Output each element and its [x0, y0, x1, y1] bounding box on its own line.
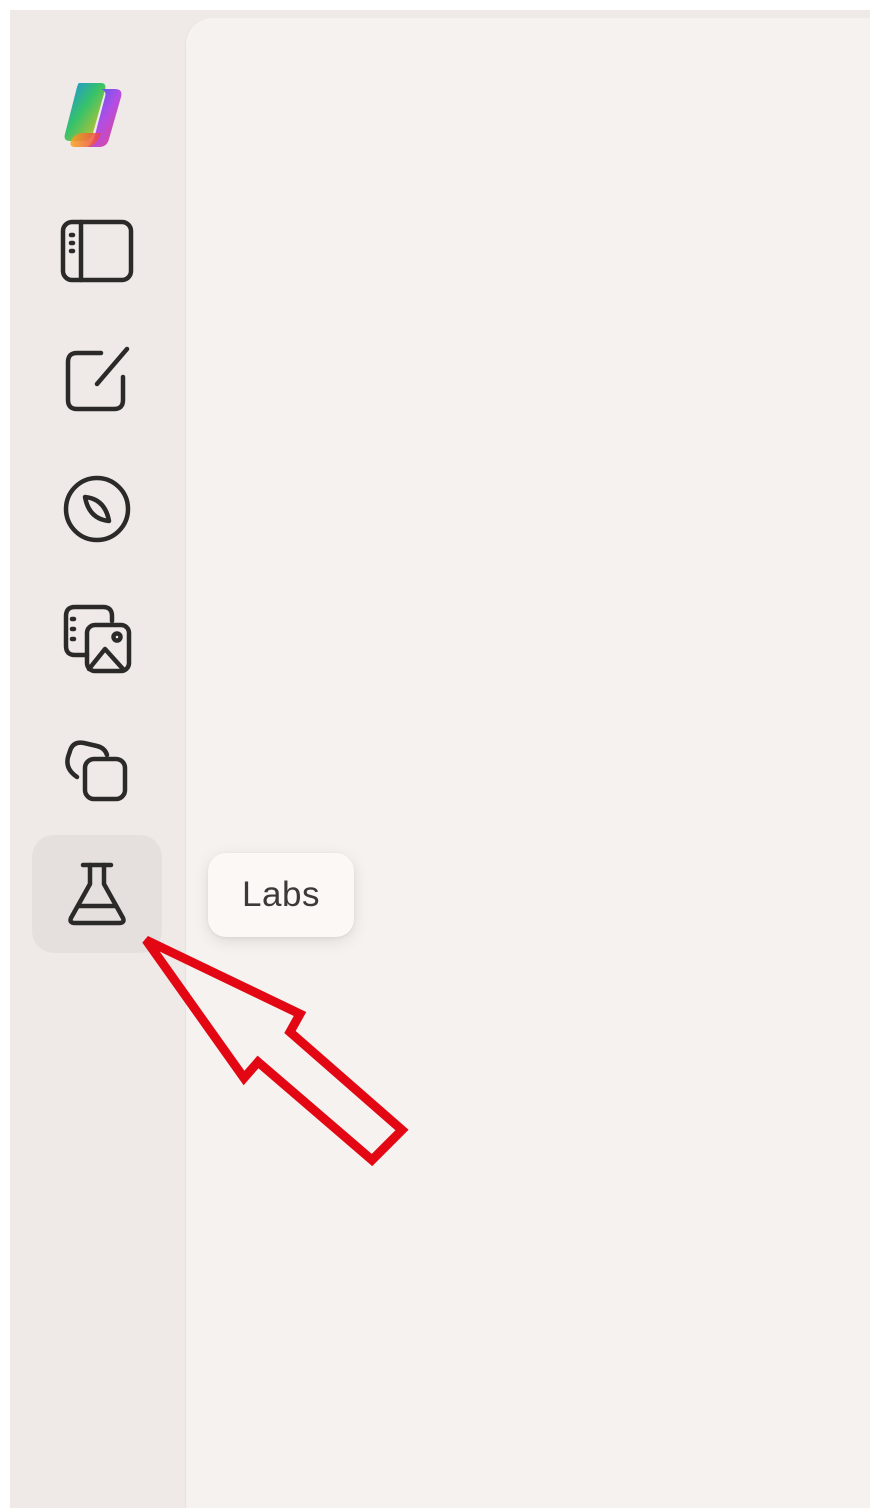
- flask-icon: [68, 862, 126, 926]
- labs-button[interactable]: [32, 835, 162, 953]
- labs-tooltip: Labs: [208, 853, 354, 937]
- sidebar: [10, 10, 186, 1508]
- create-image-button[interactable]: [32, 580, 162, 698]
- main-content-panel: [186, 18, 870, 1508]
- compose-icon: [65, 346, 130, 412]
- sidebar-toggle-button[interactable]: [32, 192, 162, 310]
- copilot-logo-icon: [64, 83, 122, 147]
- stacked-squares-icon: [65, 740, 128, 802]
- pages-button[interactable]: [32, 710, 162, 828]
- compass-icon: [63, 475, 131, 543]
- image-gallery-icon: [63, 604, 132, 674]
- discover-button[interactable]: [32, 450, 162, 568]
- sidebar-panel-icon: [60, 219, 134, 283]
- copilot-logo-button[interactable]: [32, 56, 162, 174]
- app-window: Labs: [10, 10, 870, 1508]
- new-chat-button[interactable]: [32, 320, 162, 438]
